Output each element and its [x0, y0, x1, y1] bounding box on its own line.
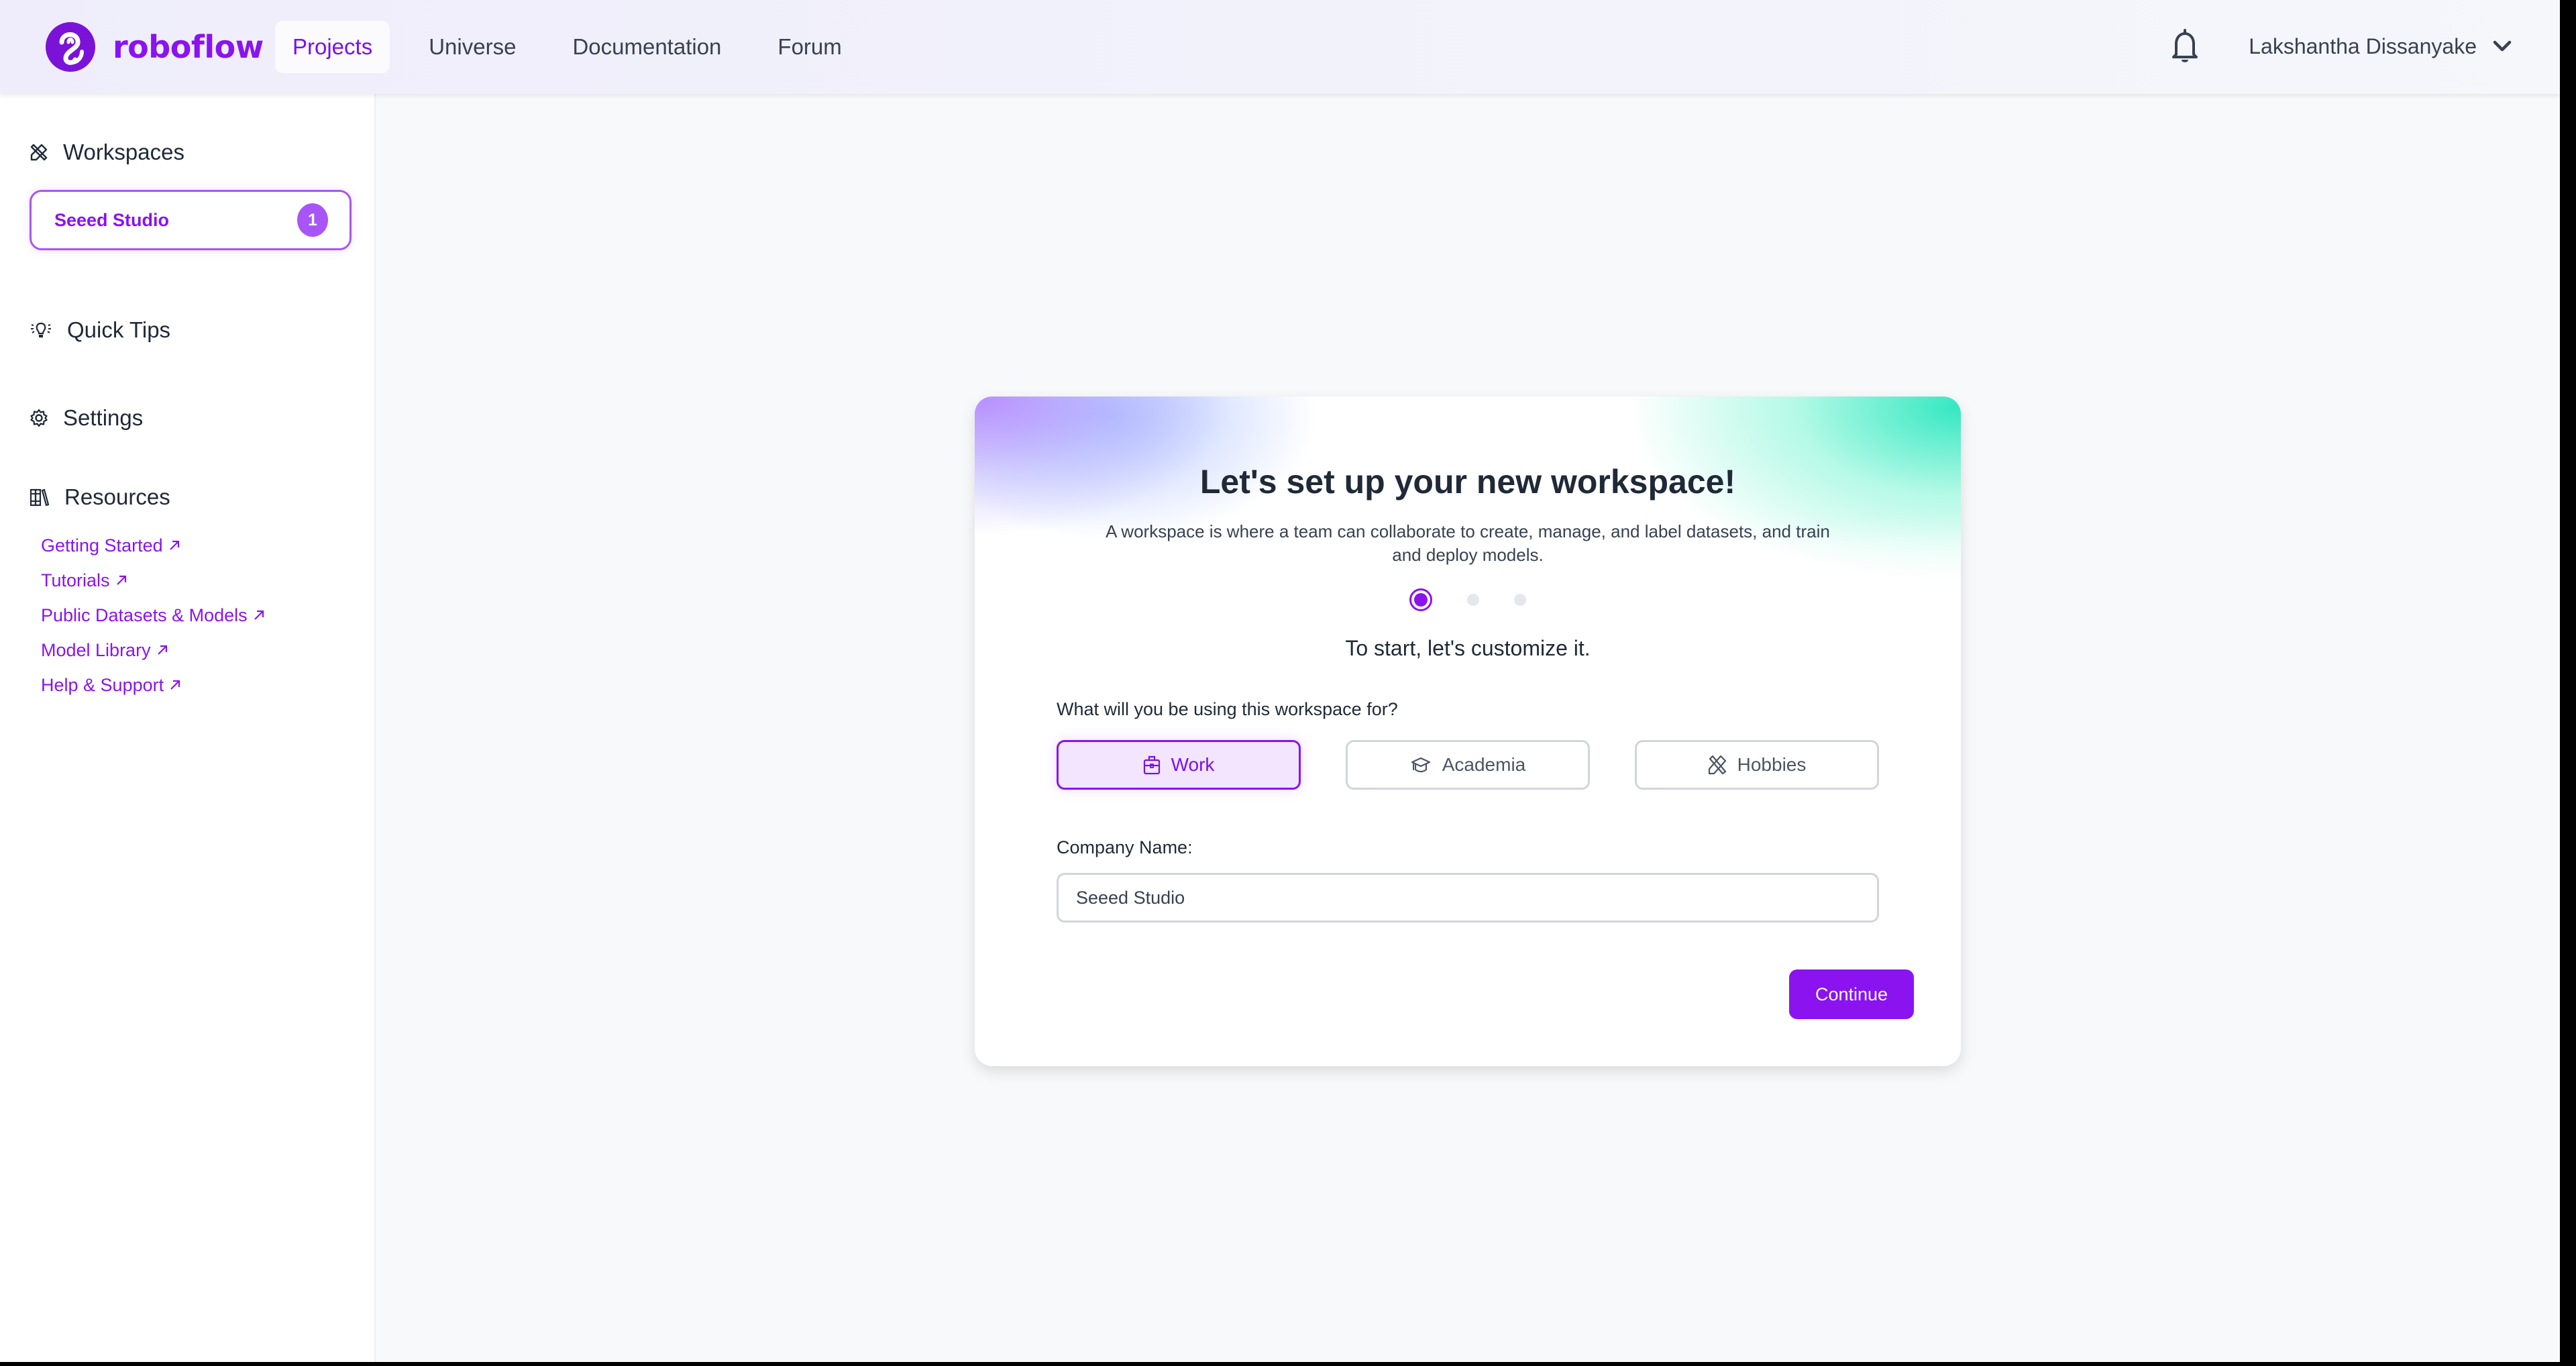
workspaces-label: Workspaces	[63, 140, 184, 164]
gear-icon	[30, 409, 48, 427]
sidebar: Workspaces Seeed Studio 1 Quick Tips Set…	[0, 94, 376, 1362]
sidebar-item-quick-tips[interactable]: Quick Tips	[30, 317, 170, 343]
setup-subtitle: A workspace is where a team can collabor…	[1106, 521, 1830, 565]
top-navbar: roboflow Projects Universe Documentation…	[0, 0, 2560, 94]
workspace-setup-card: Let's set up your new workspace! A works…	[975, 397, 1961, 1066]
resource-link-label: Getting Started	[41, 535, 163, 556]
resource-link-public-datasets[interactable]: Public Datasets & Models	[41, 598, 265, 633]
option-hobbies[interactable]: Hobbies	[1635, 740, 1879, 790]
resource-link-label: Public Datasets & Models	[41, 605, 248, 625]
resources-label: Resources	[64, 484, 170, 509]
logo-text: roboflow	[113, 29, 264, 65]
step-dot-3	[1514, 594, 1526, 606]
tools-icon	[1708, 755, 1726, 775]
tools-icon	[30, 144, 48, 161]
sidebar-resources-heading: Resources	[30, 484, 170, 510]
option-work[interactable]: Work	[1057, 740, 1301, 790]
settings-label: Settings	[63, 405, 144, 430]
step-indicator	[975, 588, 1961, 611]
nav-universe[interactable]: Universe	[411, 21, 533, 73]
step-dot-2	[1467, 594, 1479, 606]
user-menu-name[interactable]: Lakshantha Dissanyake	[2249, 34, 2477, 59]
chevron-down-icon[interactable]	[2491, 38, 2513, 54]
resource-link-tutorials[interactable]: Tutorials	[41, 563, 265, 598]
header-right: Lakshantha Dissanyake	[2168, 23, 2513, 70]
nav-documentation[interactable]: Documentation	[555, 21, 739, 73]
step-title: To start, let's customize it.	[1345, 636, 1591, 660]
bell-icon[interactable]	[2168, 28, 2202, 65]
page: roboflow Projects Universe Documentation…	[0, 0, 2560, 1362]
sidebar-item-settings[interactable]: Settings	[30, 405, 143, 431]
books-icon	[30, 488, 50, 507]
company-name-input[interactable]	[1057, 873, 1879, 923]
resources-list: Getting Started Tutorials Public Dataset…	[41, 528, 265, 702]
quick-tips-label: Quick Tips	[67, 317, 171, 342]
option-academia-label: Academia	[1442, 754, 1526, 775]
nav-projects[interactable]: Projects	[275, 21, 390, 73]
resource-link-model-library[interactable]: Model Library	[41, 633, 265, 668]
nav-forum[interactable]: Forum	[760, 21, 859, 73]
workspace-name: Seeed Studio	[54, 209, 170, 230]
briefcase-icon	[1143, 755, 1160, 775]
usage-question-label: What will you be using this workspace fo…	[1057, 699, 1398, 719]
resource-link-help-support[interactable]: Help & Support	[41, 668, 265, 702]
resource-link-getting-started[interactable]: Getting Started	[41, 528, 265, 563]
option-academia[interactable]: Academia	[1346, 740, 1590, 790]
external-link-icon	[116, 575, 126, 585]
resource-link-label: Help & Support	[41, 674, 164, 695]
sidebar-workspaces-heading: Workspaces	[30, 140, 184, 165]
external-link-icon	[170, 680, 180, 690]
main-nav: Projects Universe Documentation Forum	[275, 21, 881, 73]
roboflow-logo-icon	[46, 22, 95, 72]
usage-options: Work Academia Hobbies	[1057, 740, 1879, 790]
graduation-cap-icon	[1411, 757, 1430, 773]
resource-link-label: Tutorials	[41, 570, 110, 590]
external-link-icon	[169, 540, 179, 550]
company-name-label: Company Name:	[1057, 837, 1193, 857]
external-link-icon	[254, 610, 264, 620]
step-dot-1-active	[1409, 588, 1432, 611]
lightbulb-icon	[31, 322, 51, 337]
roboflow-logo[interactable]: roboflow	[46, 22, 264, 72]
option-work-label: Work	[1171, 754, 1215, 775]
workspace-item-seeed-studio[interactable]: Seeed Studio 1	[30, 190, 352, 250]
option-hobbies-label: Hobbies	[1737, 754, 1807, 775]
workspace-badge: 1	[297, 203, 328, 237]
resource-link-label: Model Library	[41, 639, 151, 660]
setup-title: Let's set up your new workspace!	[1199, 463, 1736, 501]
external-link-icon	[157, 645, 167, 655]
continue-button[interactable]: Continue	[1789, 969, 1914, 1019]
